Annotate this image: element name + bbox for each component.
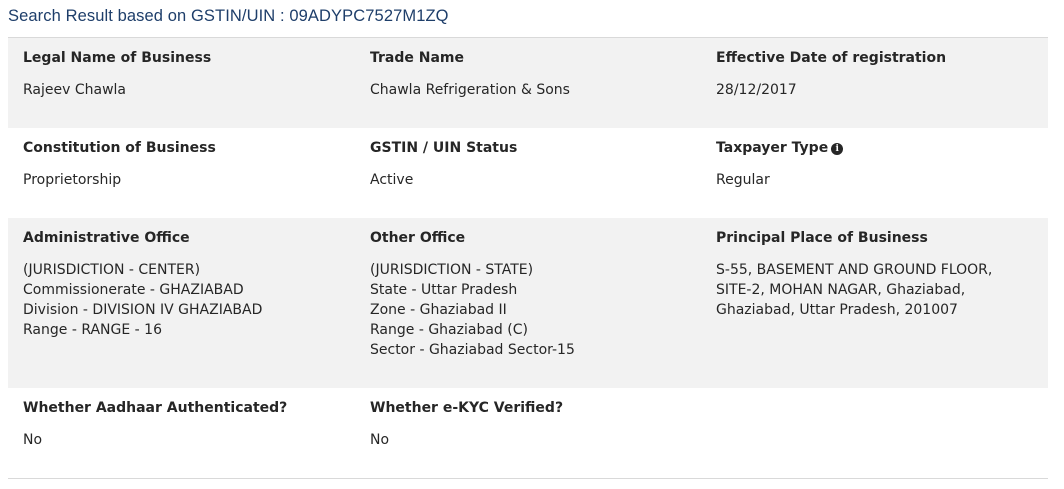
- principal-place-value: S-55, BASEMENT AND GROUND FLOOR, SITE-2,…: [716, 260, 992, 320]
- effective-date-value: 28/12/2017: [716, 82, 797, 98]
- aadhaar-value: No: [23, 432, 43, 448]
- status-value: Active: [370, 172, 414, 188]
- other-office-label: Other Office: [370, 230, 466, 246]
- principal-place-label: Principal Place of Business: [716, 230, 928, 246]
- principal-place-line: SITE-2, MOHAN NAGAR, Ghaziabad,: [716, 282, 966, 298]
- admin-office-line: Commissionerate - GHAZIABAD: [23, 282, 244, 298]
- bottom-divider: [8, 478, 1048, 479]
- details-row-registration: Legal Name of Business Rajeev Chawla Tra…: [8, 38, 1048, 128]
- legal-name-label: Legal Name of Business: [23, 50, 212, 66]
- constitution-label: Constitution of Business: [23, 140, 216, 156]
- search-result-heading: Search Result based on GSTIN/UIN : 09ADY…: [8, 7, 449, 25]
- details-row-verification: Whether Aadhaar Authenticated? No Whethe…: [8, 388, 1048, 478]
- other-office-value: (JURISDICTION - STATE) State - Uttar Pra…: [370, 260, 575, 360]
- legal-name-value: Rajeev Chawla: [23, 82, 126, 98]
- ekyc-value: No: [370, 432, 390, 448]
- taxpayer-type-label: Taxpayer Type: [716, 140, 829, 156]
- ekyc-label: Whether e-KYC Verified?: [370, 400, 564, 416]
- admin-office-line: (JURISDICTION - CENTER): [23, 262, 201, 278]
- aadhaar-label: Whether Aadhaar Authenticated?: [23, 400, 288, 416]
- admin-office-line: Division - DIVISION IV GHAZIABAD: [23, 302, 263, 318]
- constitution-value: Proprietorship: [23, 172, 122, 188]
- other-office-line: Range - Ghaziabad (C): [370, 322, 528, 338]
- info-circle-icon[interactable]: i: [831, 143, 844, 155]
- other-office-line: Zone - Ghaziabad II: [370, 302, 507, 318]
- admin-office-label: Administrative Office: [23, 230, 190, 246]
- details-row-status: Constitution of Business Proprietorship …: [8, 128, 1048, 218]
- status-label: GSTIN / UIN Status: [370, 140, 518, 156]
- admin-office-line: Range - RANGE - 16: [23, 322, 162, 338]
- principal-place-line: Ghaziabad, Uttar Pradesh, 201007: [716, 302, 958, 318]
- details-row-offices: Administrative Office (JURISDICTION - CE…: [8, 218, 1048, 388]
- principal-place-line: S-55, BASEMENT AND GROUND FLOOR,: [716, 262, 993, 278]
- admin-office-value: (JURISDICTION - CENTER) Commissionerate …: [23, 260, 262, 340]
- taxpayer-type-label-wrap: Taxpayer Type i: [716, 140, 844, 156]
- other-office-line: Sector - Ghaziabad Sector-15: [370, 342, 575, 358]
- trade-name-label: Trade Name: [370, 50, 465, 66]
- other-office-line: (JURISDICTION - STATE): [370, 262, 534, 278]
- trade-name-value: Chawla Refrigeration & Sons: [370, 82, 570, 98]
- other-office-line: State - Uttar Pradesh: [370, 282, 518, 298]
- taxpayer-type-value: Regular: [716, 172, 770, 188]
- effective-date-label: Effective Date of registration: [716, 50, 947, 66]
